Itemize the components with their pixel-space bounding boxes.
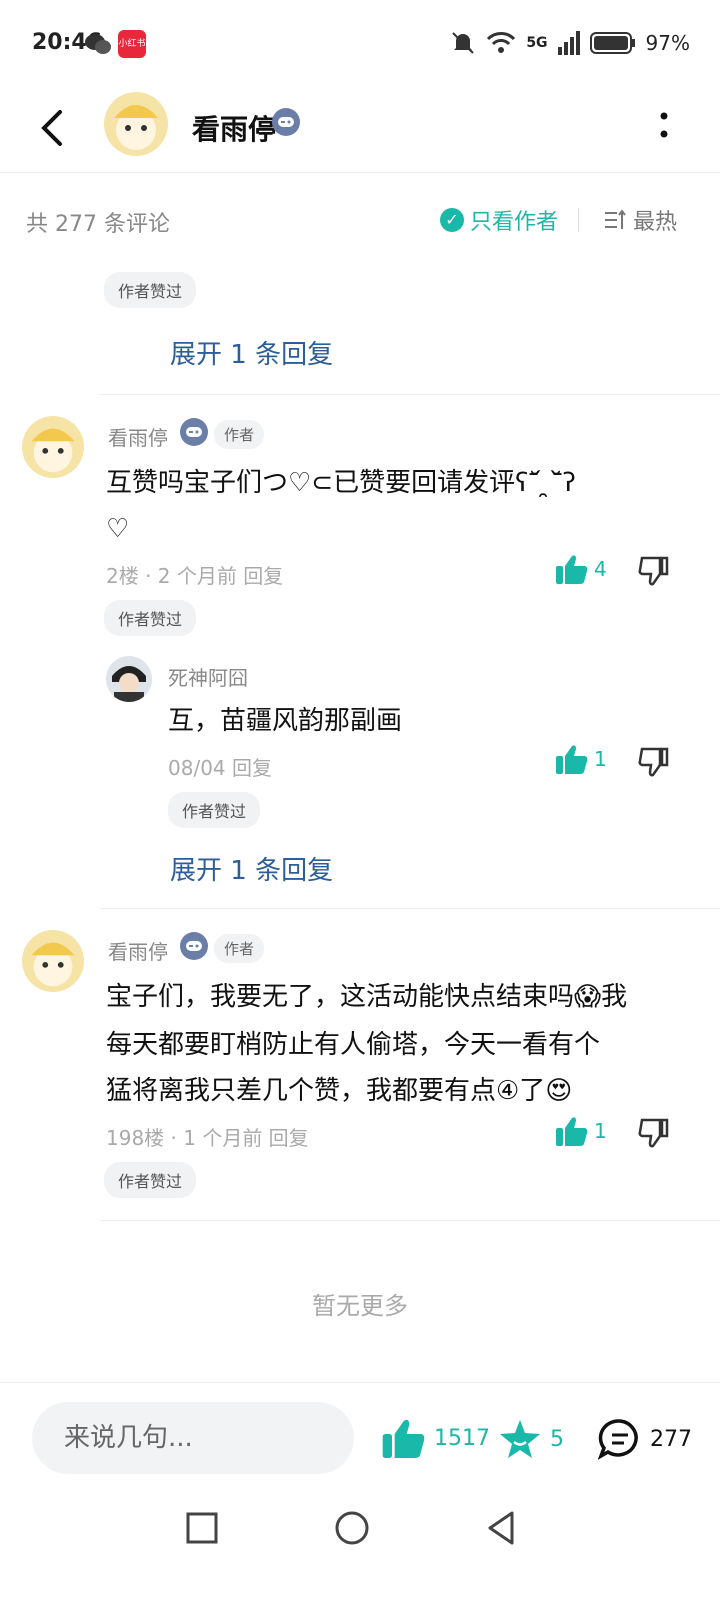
comment-bubble-icon xyxy=(598,1419,638,1460)
more-options-icon[interactable] xyxy=(660,110,668,140)
star-icon xyxy=(500,1420,540,1458)
expand-replies-link[interactable]: 展开 1 条回复 xyxy=(170,334,333,371)
home-circle-icon[interactable] xyxy=(332,1508,372,1548)
bottom-bar-divider xyxy=(0,1382,720,1383)
avatar-image xyxy=(112,666,146,702)
comment-text-line: ♡ xyxy=(106,514,130,544)
gamepad-badge-icon xyxy=(272,108,300,136)
like-count: 1 xyxy=(594,1119,607,1143)
comment-avatar[interactable] xyxy=(22,930,84,992)
expand-replies-link[interactable]: 展开 1 条回复 xyxy=(170,850,333,887)
commenter-name[interactable]: 看雨停 xyxy=(108,936,168,965)
author-liked-chip: 作者赞过 xyxy=(104,1162,197,1198)
back-arrow-icon[interactable] xyxy=(38,108,68,148)
comment-divider xyxy=(100,394,720,395)
like-button[interactable]: 1 xyxy=(556,744,607,774)
thumbs-down-icon[interactable] xyxy=(638,554,670,586)
avatar-image xyxy=(31,428,75,473)
thumbs-up-icon xyxy=(556,1117,588,1146)
reply-name[interactable]: 死神阿囧 xyxy=(168,662,248,691)
check-circle-icon: ✓ xyxy=(440,208,464,232)
comment-text-line: 宝子们，我要无了，这活动能快点结束吗😱我 xyxy=(106,982,628,1012)
author-tag: 作者 xyxy=(214,420,265,449)
wifi-icon xyxy=(487,32,516,53)
avatar-image xyxy=(31,942,75,987)
like-count: 4 xyxy=(594,557,607,581)
favorite-button[interactable]: 5 xyxy=(498,1418,564,1460)
like-count: 1 xyxy=(594,747,607,771)
author-tag: 作者 xyxy=(214,934,265,963)
gamepad-badge-icon xyxy=(180,418,208,446)
comment-text-line: 每天都要盯梢防止有人偷塔，今天一看有个 xyxy=(106,1030,601,1060)
battery-level: 97% xyxy=(645,31,690,55)
author-liked-chip: 作者赞过 xyxy=(168,792,261,828)
sort-icon xyxy=(605,209,626,229)
comment-count-bottom: 277 xyxy=(650,1426,692,1452)
back-triangle-icon[interactable] xyxy=(482,1508,522,1548)
no-more-text: 暂无更多 xyxy=(312,1292,408,1320)
only-author-label: 只看作者 xyxy=(470,210,559,235)
commenter-name[interactable]: 看雨停 xyxy=(108,422,168,451)
comment-text-line: 互赞吗宝子们つ♡⊂已赞要回请发评ʕ˘᷄ ̯˘᷅ʔ xyxy=(106,468,576,498)
like-button[interactable]: 4 xyxy=(556,554,607,584)
network-label: 5G xyxy=(526,35,548,51)
comments-button[interactable]: 277 xyxy=(598,1418,692,1460)
comment-divider xyxy=(100,908,720,909)
comment-avatar[interactable] xyxy=(22,416,84,478)
thumbs-down-icon[interactable] xyxy=(638,1116,670,1148)
sort-label: 最热 xyxy=(633,210,678,235)
gamepad-badge-icon xyxy=(180,932,208,960)
comment-meta: 198楼 · 1 个月前 回复 xyxy=(106,1126,309,1150)
author-name[interactable]: 看雨停 xyxy=(192,108,276,148)
avatar-image xyxy=(114,105,158,150)
favorite-count: 5 xyxy=(550,1426,564,1452)
thumbs-up-icon xyxy=(556,745,588,774)
reply-meta: 08/04 回复 xyxy=(168,756,272,780)
post-like-count: 1517 xyxy=(434,1425,490,1451)
thumbs-down-icon[interactable] xyxy=(638,745,670,777)
signal-icon xyxy=(557,31,580,55)
comment-input[interactable]: 来说几句... xyxy=(32,1402,354,1474)
comment-divider xyxy=(100,1220,720,1221)
author-avatar[interactable] xyxy=(104,92,168,156)
wechat-icon xyxy=(85,34,111,54)
battery-icon xyxy=(589,32,635,54)
status-icons: 5G 97% xyxy=(450,30,690,56)
comment-count: 共 277 条评论 xyxy=(26,212,170,237)
recent-apps-icon[interactable] xyxy=(182,1508,222,1548)
sort-button[interactable]: 最热 xyxy=(603,204,677,236)
post-like-button[interactable]: 1517 xyxy=(382,1418,490,1458)
comment-meta: 2楼 · 2 个月前 回复 xyxy=(106,564,284,588)
author-liked-chip: 作者赞过 xyxy=(104,272,197,308)
only-author-toggle[interactable]: ✓ 只看作者 xyxy=(440,204,558,236)
thumbs-up-icon xyxy=(382,1419,425,1458)
comment-text-line: 猛将离我只差几个赞，我都要有点④了😍 xyxy=(106,1076,573,1106)
xiaohongshu-app-icon: 小红书 xyxy=(118,30,146,58)
mute-bell-icon xyxy=(452,32,475,54)
thumbs-up-icon xyxy=(556,555,588,584)
author-liked-chip: 作者赞过 xyxy=(104,600,197,636)
filter-divider xyxy=(578,208,579,232)
like-button[interactable]: 1 xyxy=(556,1116,607,1146)
reply-avatar[interactable] xyxy=(106,656,152,702)
reply-text: 互，苗疆风韵那副画 xyxy=(168,706,403,736)
